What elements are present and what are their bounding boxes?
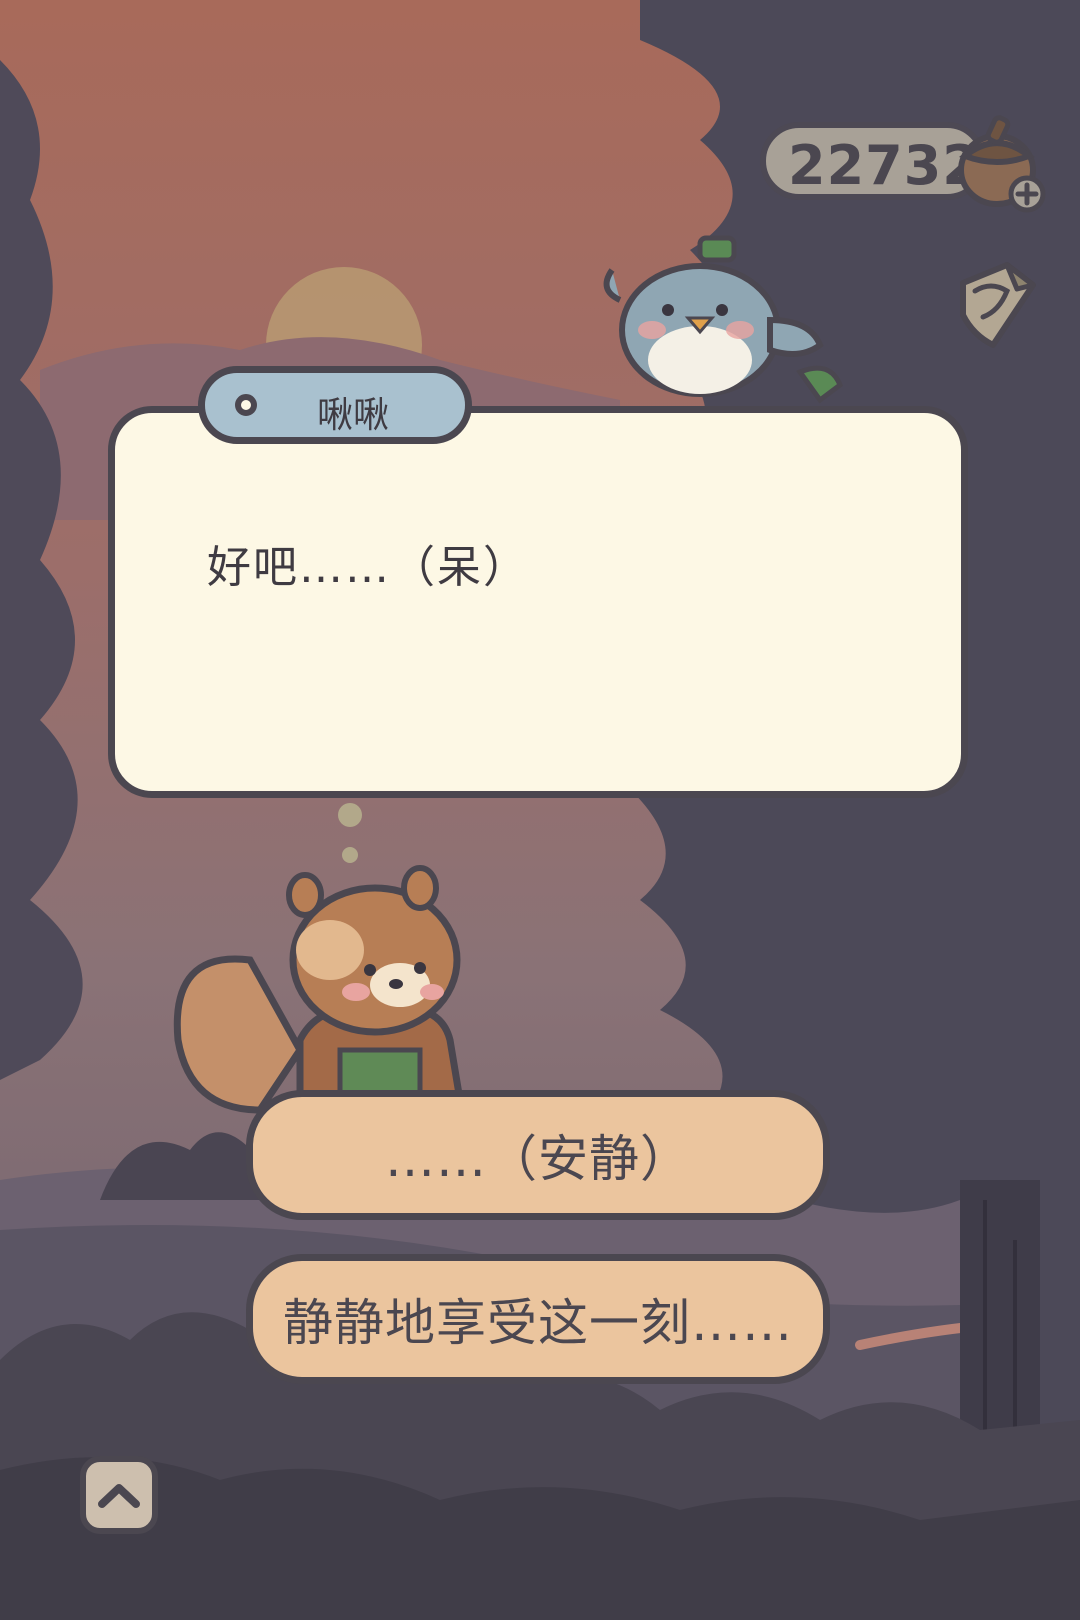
acorn-currency-counter[interactable]: 22732 (760, 122, 986, 200)
choice-button-quiet[interactable]: ……（安静） (246, 1090, 830, 1220)
acorn-count: 22732 (788, 134, 981, 197)
dialogue-box[interactable]: 好吧……（呆） (108, 406, 968, 798)
map-scroll-icon[interactable] (945, 255, 1045, 355)
choice-label: 静静地享受这一刻…… (283, 1294, 793, 1352)
acorn-icon[interactable] (955, 108, 1055, 216)
dialogue-text: 好吧……（呆） (207, 542, 529, 593)
plus-icon (1008, 175, 1046, 213)
chevron-up-icon (98, 1484, 140, 1508)
speaker-name-tag: 啾啾 (198, 366, 472, 444)
choice-label: ……（安静） (385, 1130, 691, 1188)
name-dot-icon (235, 394, 257, 416)
choice-button-enjoy-moment[interactable]: 静静地享受这一刻…… (246, 1254, 830, 1384)
speaker-name: 啾啾 (317, 395, 390, 436)
collapse-button[interactable] (80, 1456, 158, 1534)
